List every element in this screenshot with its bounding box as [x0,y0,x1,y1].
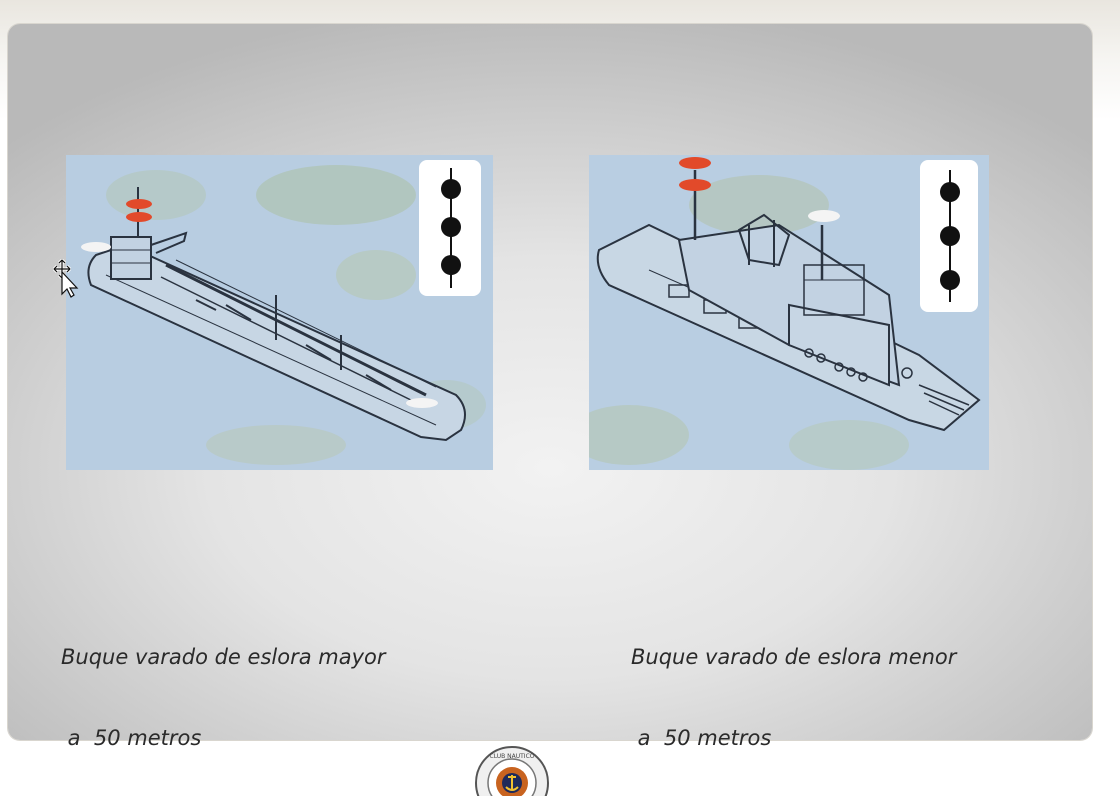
right-caption: Buque varado de eslora menor a 50 metros [631,590,956,779]
signal-ball [441,255,461,275]
right-caption-line2: a 50 metros [631,726,772,750]
left-caption-line1: Buque varado de eslora mayor [61,645,386,669]
left-signal-card [419,160,481,296]
left-caption: Buque varado de eslora mayor a 50 metros [61,590,386,779]
signal-ball [940,270,960,290]
right-caption-line1: Buque varado de eslora menor [631,645,957,669]
signal-ball [441,179,461,199]
left-caption-line2: a 50 metros [61,726,202,750]
signal-ball [940,226,960,246]
right-signal-card [920,160,978,312]
signal-ball [441,217,461,237]
club-nautico-logo: CLUB NAUTICO [474,745,550,796]
svg-text:CLUB NAUTICO: CLUB NAUTICO [490,753,535,760]
move-cursor-icon [52,258,80,302]
signal-ball [940,182,960,202]
